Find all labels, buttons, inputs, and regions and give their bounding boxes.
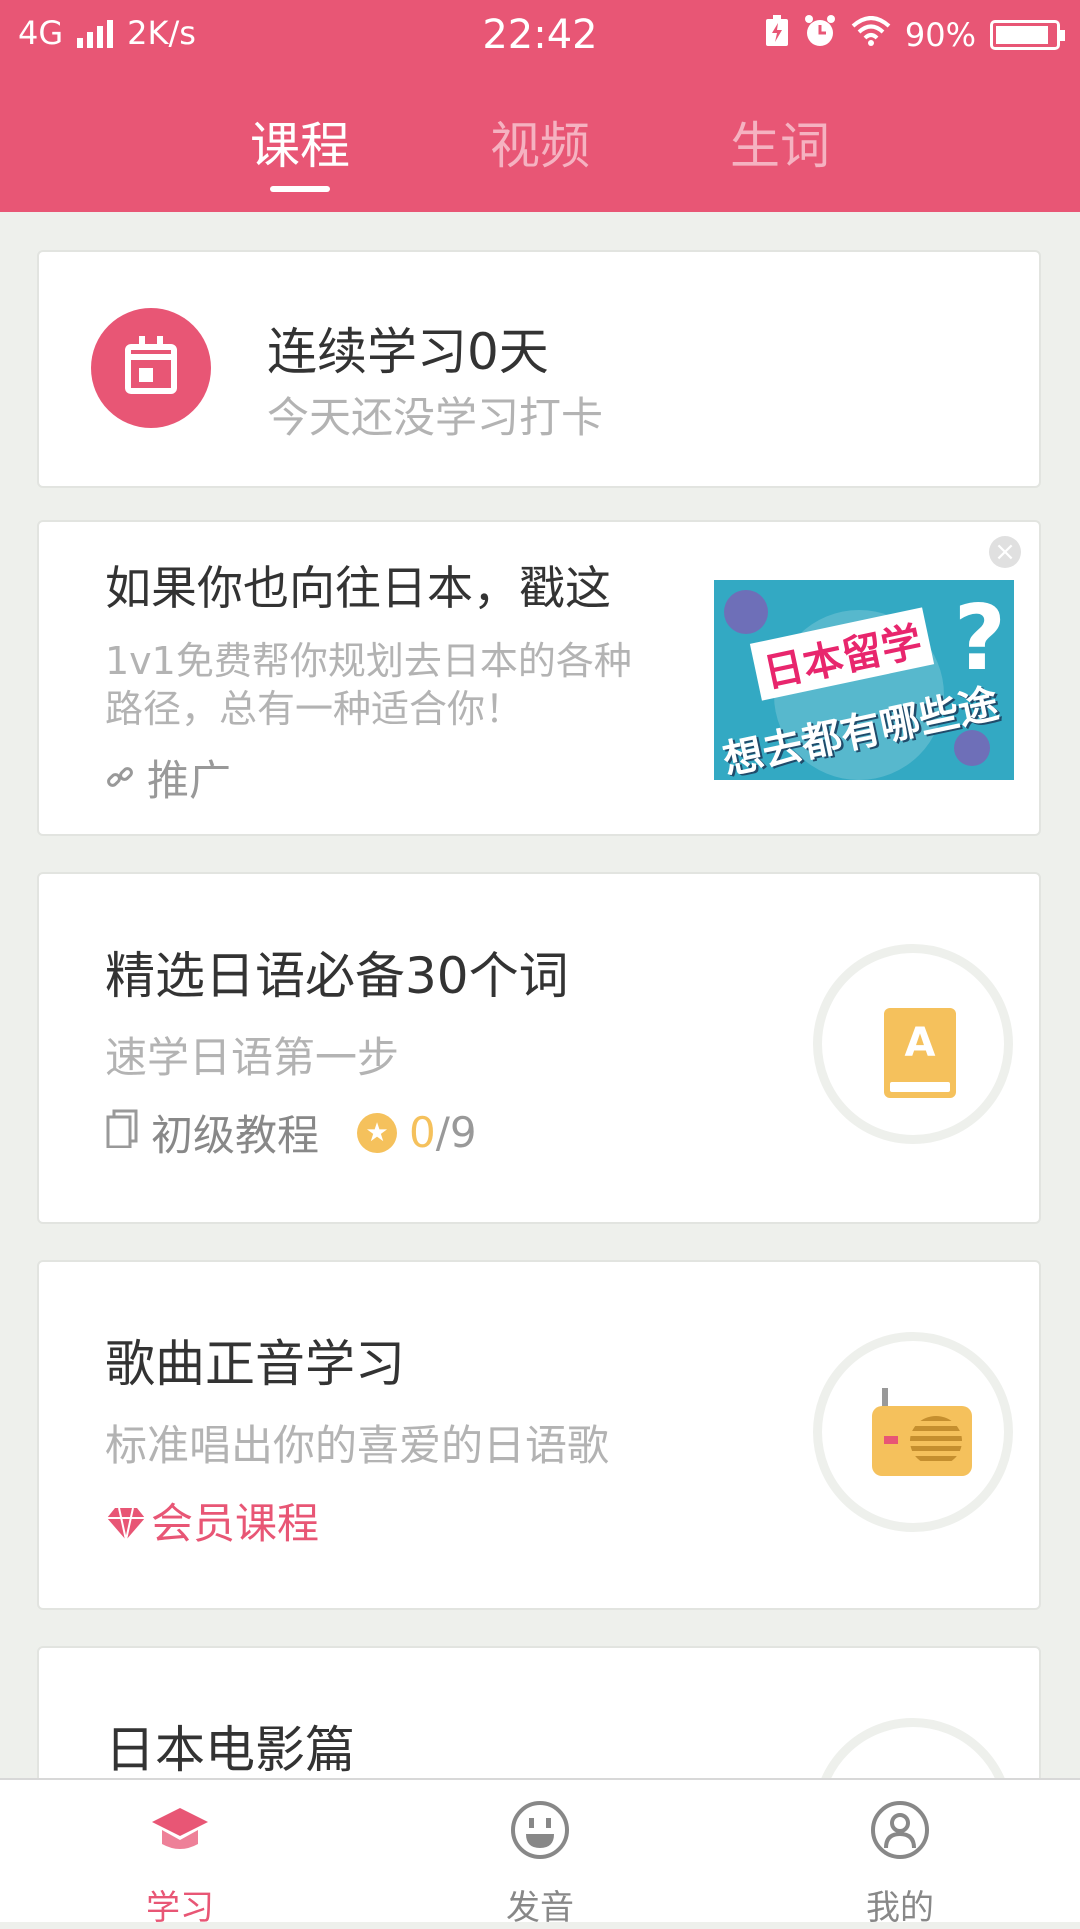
progress-total: /9	[435, 1108, 477, 1157]
streak-title: 连续学习0天	[267, 323, 549, 381]
course-icon-ring	[813, 1332, 1013, 1532]
ad-title: 如果你也向往日本，戳这	[105, 561, 611, 615]
alarm-icon	[803, 14, 837, 56]
nav-profile[interactable]: 我的	[720, 1780, 1080, 1928]
course-title: 日本电影篇	[105, 1721, 355, 1779]
charging-icon	[765, 15, 789, 55]
progress-done: 0	[409, 1108, 436, 1157]
tab-courses[interactable]: 课程	[180, 106, 420, 178]
status-right: 90%	[765, 14, 1065, 56]
nav-pronunciation-label: 发音	[506, 1888, 574, 1928]
streak-badge	[91, 308, 211, 428]
radio-icon	[872, 1388, 972, 1476]
ad-card[interactable]: 如果你也向往日本，戳这 1v1免费帮你规划去日本的各种 路径，总有一种适合你！ …	[37, 520, 1041, 836]
ad-description-line-1: 1v1免费帮你规划去日本的各种	[105, 639, 632, 683]
ad-question-mark: ?	[953, 586, 1006, 691]
nav-study[interactable]: 学习	[0, 1780, 360, 1928]
course-card-vocab[interactable]: 精选日语必备30个词 速学日语第一步 初级教程 ★ 0/9 A	[37, 872, 1041, 1224]
book-icon-letter: A	[904, 1020, 936, 1066]
tab-videos[interactable]: 视频	[420, 106, 660, 178]
streak-card[interactable]: 连续学习0天 今天还没学习打卡	[37, 250, 1041, 488]
close-ad-button[interactable]: ×	[989, 536, 1021, 568]
streak-subtitle: 今天还没学习打卡	[267, 393, 604, 442]
ad-image[interactable]: 日本留学 想去都有哪些途径 ?	[714, 580, 1014, 780]
course-meta: 初级教程 ★ 0/9	[105, 1102, 477, 1163]
top-bar: 4G 2K/s 22:42 90% 课程 视频 生词	[0, 0, 1080, 212]
calendar-icon	[125, 336, 177, 394]
diamond-icon	[105, 1503, 147, 1540]
battery-percent: 90%	[904, 16, 976, 54]
graduation-cap-icon	[150, 1800, 210, 1860]
battery-icon	[990, 20, 1065, 50]
course-subtitle: 速学日语第一步	[105, 1033, 400, 1082]
status-bar: 4G 2K/s 22:42 90%	[0, 0, 1080, 72]
ad-description-line-2: 路径，总有一种适合你！	[105, 687, 524, 731]
course-level: 初级教程	[151, 1111, 320, 1160]
link-icon	[105, 753, 135, 802]
star-icon: ★	[357, 1112, 398, 1153]
tab-vocabulary[interactable]: 生词	[660, 106, 900, 178]
nav-profile-label: 我的	[866, 1888, 934, 1928]
smiley-icon	[510, 1800, 570, 1860]
nav-study-label: 学习	[146, 1888, 214, 1928]
user-icon	[870, 1800, 930, 1860]
member-course-tag: 会员课程	[105, 1490, 319, 1551]
course-title: 歌曲正音学习	[105, 1335, 405, 1393]
course-title: 精选日语必备30个词	[105, 947, 569, 1005]
active-tab-indicator	[270, 186, 330, 192]
copy-icon	[105, 1108, 139, 1158]
bottom-navigation: 学习 发音 我的	[0, 1778, 1080, 1928]
course-icon-ring: A	[813, 944, 1013, 1144]
book-icon: A	[884, 1008, 956, 1098]
top-tabs: 课程 视频 生词	[0, 100, 1080, 200]
wifi-icon	[851, 16, 891, 54]
course-subtitle: 标准唱出你的喜爱的日语歌	[105, 1421, 610, 1470]
ad-tag-label: 推广	[147, 756, 232, 805]
course-card-songs[interactable]: 歌曲正音学习 标准唱出你的喜爱的日语歌 会员课程	[37, 1260, 1041, 1610]
ad-tag: 推广	[105, 747, 231, 808]
nav-pronunciation[interactable]: 发音	[360, 1780, 720, 1928]
member-course-label: 会员课程	[151, 1499, 320, 1548]
